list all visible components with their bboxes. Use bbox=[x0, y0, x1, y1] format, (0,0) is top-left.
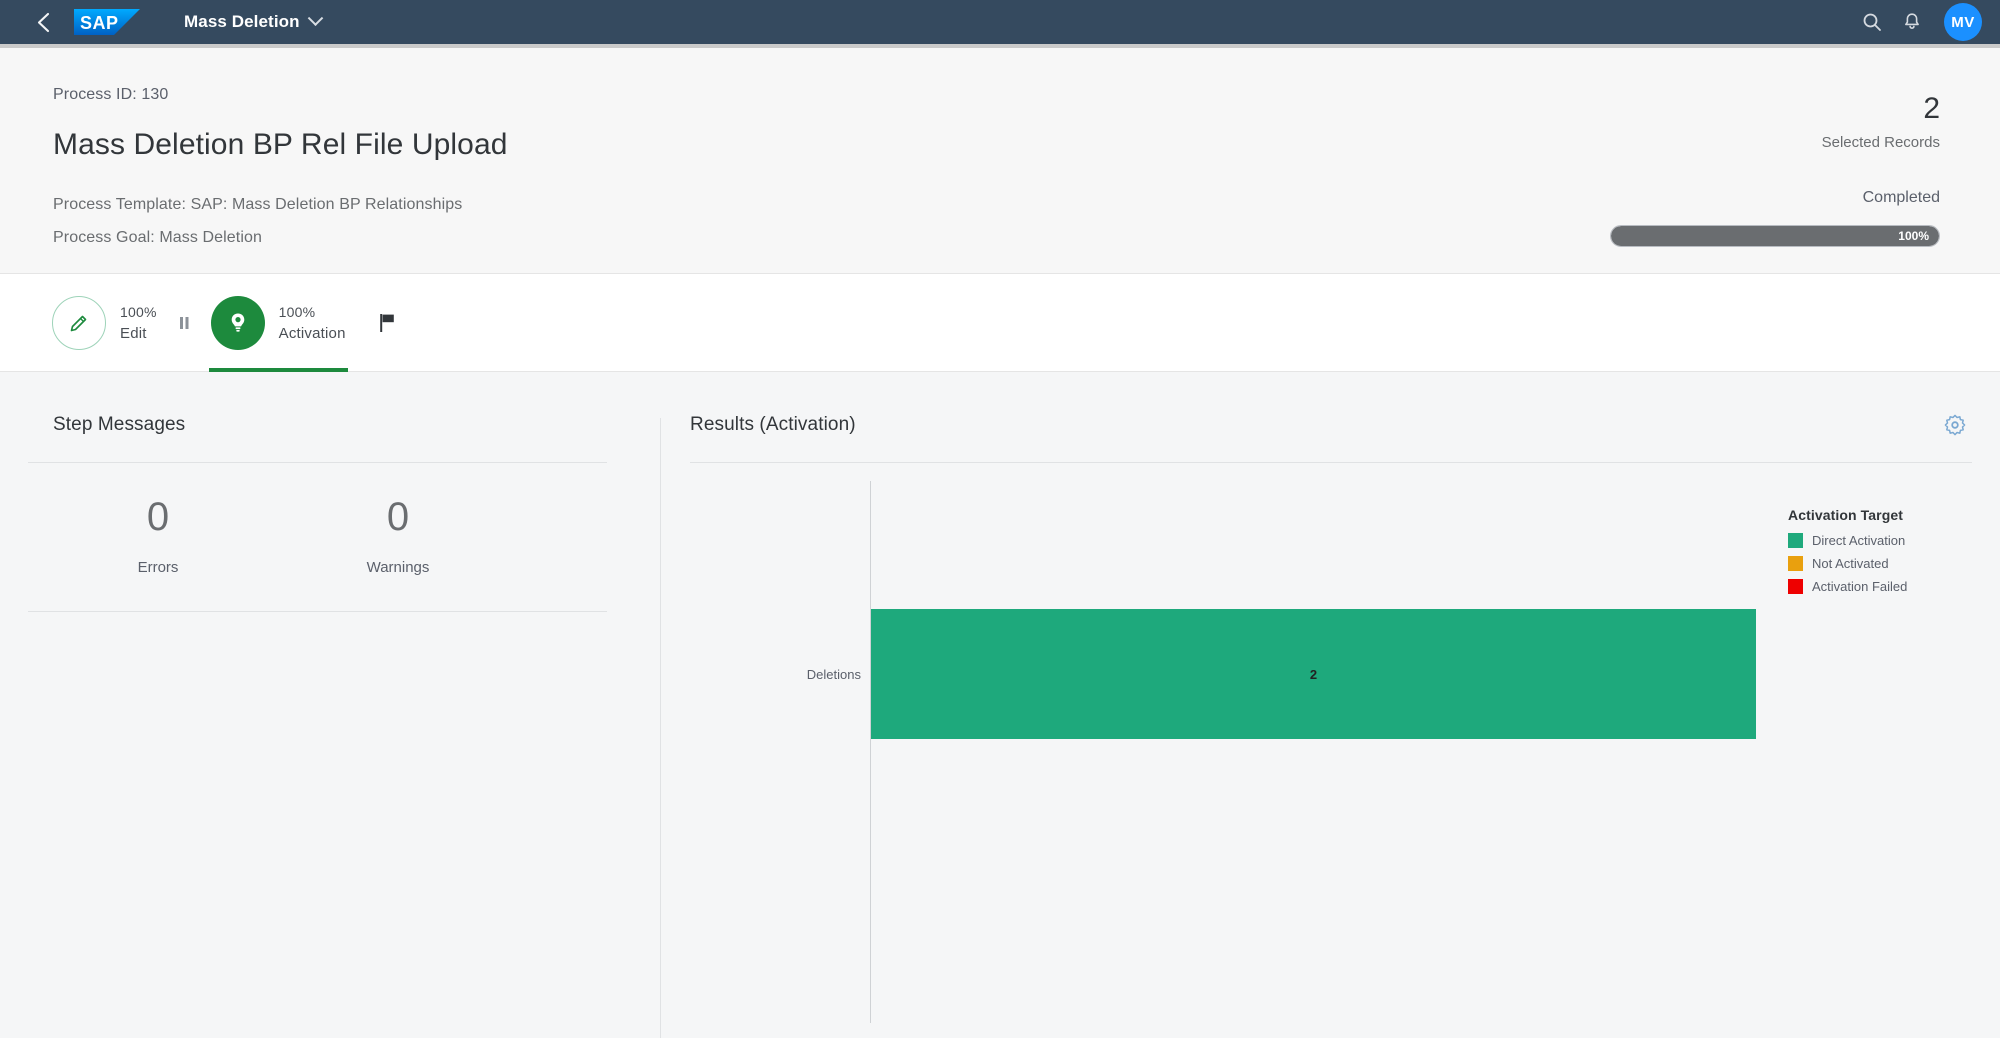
lightbulb-icon bbox=[231, 313, 244, 332]
sap-logo[interactable]: SAP bbox=[74, 8, 148, 36]
avatar[interactable]: MV bbox=[1944, 3, 1982, 41]
chart-bar-row: Deletions 2 bbox=[807, 609, 1756, 739]
step-messages-panel: Step Messages 0 Errors 0 Warnings bbox=[0, 372, 660, 1038]
progress-bar: 100% bbox=[1610, 225, 1940, 247]
legend-label-activation-failed: Activation Failed bbox=[1812, 579, 1908, 594]
step-edit-text: 100% Edit bbox=[120, 304, 157, 342]
app-title-menu[interactable]: Mass Deletion bbox=[184, 9, 323, 32]
chart-category-label: Deletions bbox=[806, 666, 861, 682]
process-id: Process ID: 130 bbox=[53, 86, 169, 103]
page-title: Mass Deletion BP Rel File Upload bbox=[53, 128, 508, 161]
warnings-label: Warnings bbox=[366, 559, 430, 576]
step-edit-percent: 100% bbox=[120, 303, 157, 320]
search-icon[interactable] bbox=[1852, 2, 1892, 42]
results-panel: Results (Activation) Deletions 2 Activat… bbox=[660, 372, 2000, 1038]
shell-bar: SAP Mass Deletion MV bbox=[0, 0, 2000, 48]
results-title: Results (Activation) bbox=[690, 414, 856, 435]
flag-icon bbox=[378, 311, 398, 335]
legend-item-activation-failed[interactable]: Activation Failed bbox=[1788, 579, 1988, 594]
status-badge: Completed bbox=[1862, 189, 1940, 206]
bell-icon[interactable] bbox=[1892, 2, 1932, 42]
errors-counter[interactable]: 0 Errors bbox=[38, 497, 278, 576]
step-activation-percent: 100% bbox=[278, 303, 316, 320]
step-edit[interactable]: 100% Edit bbox=[38, 274, 171, 372]
progress-bar-fill: 100% bbox=[1611, 226, 1939, 246]
legend-item-not-activated[interactable]: Not Activated bbox=[1788, 556, 1988, 571]
step-edit-label: Edit bbox=[120, 324, 147, 342]
process-step-bar: 100% Edit 100% Activation bbox=[0, 274, 2000, 372]
errors-label: Errors bbox=[137, 559, 179, 576]
app-title-text: Mass Deletion bbox=[184, 12, 300, 31]
avatar-initials: MV bbox=[1951, 13, 1975, 31]
warnings-count: 0 bbox=[386, 495, 410, 539]
chart-bar-deletions[interactable]: Deletions 2 bbox=[807, 609, 1756, 739]
errors-count: 0 bbox=[146, 495, 170, 539]
step-activation-text: 100% Activation bbox=[279, 304, 346, 342]
pause-icon bbox=[171, 313, 197, 333]
legend-swatch-direct-activation bbox=[1788, 533, 1803, 548]
object-page-header: Process ID: 130 Mass Deletion BP Rel Fil… bbox=[0, 44, 2000, 274]
legend-title: Activation Target bbox=[1788, 507, 1904, 523]
warnings-counter[interactable]: 0 Warnings bbox=[278, 497, 518, 576]
legend-swatch-not-activated bbox=[1788, 556, 1803, 571]
step-activation-circle bbox=[210, 295, 265, 350]
chevron-down-icon bbox=[307, 9, 323, 26]
step-activation[interactable]: 100% Activation bbox=[197, 274, 360, 372]
process-goal: Process Goal: Mass Deletion bbox=[53, 229, 263, 246]
results-chart: Deletions 2 Activation Target Direct Act… bbox=[660, 481, 2000, 1038]
step-edit-circle bbox=[52, 295, 106, 350]
results-divider bbox=[690, 462, 1972, 463]
selected-records-count: 2 bbox=[1923, 92, 1940, 125]
chart-bar-value: 2 bbox=[1309, 666, 1318, 682]
main-content: Step Messages 0 Errors 0 Warnings Result… bbox=[0, 372, 2000, 1038]
svg-text:SAP: SAP bbox=[80, 13, 119, 33]
step-messages-title: Step Messages bbox=[53, 414, 186, 435]
process-template: Process Template: SAP: Mass Deletion BP … bbox=[53, 196, 463, 213]
pencil-icon bbox=[70, 315, 87, 331]
legend-label-not-activated: Not Activated bbox=[1812, 556, 1889, 571]
message-counters: 0 Errors 0 Warnings bbox=[0, 463, 660, 576]
results-header: Results (Activation) bbox=[660, 402, 2000, 448]
legend-label-direct-activation: Direct Activation bbox=[1812, 533, 1906, 548]
object-header-left: Process ID: 130 Mass Deletion BP Rel Fil… bbox=[53, 86, 1610, 262]
progress-bar-label: 100% bbox=[1898, 229, 1929, 243]
step-messages-header: Step Messages bbox=[0, 402, 660, 448]
chart-legend: Activation Target Direct Activation Not … bbox=[1788, 507, 1988, 602]
chart-y-axis bbox=[870, 481, 871, 1023]
selected-records-label: Selected Records bbox=[1821, 134, 1940, 151]
back-arrow-icon[interactable] bbox=[30, 5, 56, 39]
object-header-right: 2 Selected Records Completed 100% bbox=[1610, 86, 1940, 247]
counters-divider bbox=[28, 611, 607, 612]
application-root: SAP Mass Deletion MV Process ID: 130 Mas… bbox=[0, 0, 2000, 1038]
gear-icon[interactable] bbox=[1938, 408, 1972, 442]
legend-item-direct-activation[interactable]: Direct Activation bbox=[1788, 533, 1988, 548]
chart-plot-area: Deletions 2 Activation Target Direct Act… bbox=[690, 481, 2000, 1038]
legend-swatch-activation-failed bbox=[1788, 579, 1803, 594]
step-activation-label: Activation bbox=[278, 324, 346, 342]
